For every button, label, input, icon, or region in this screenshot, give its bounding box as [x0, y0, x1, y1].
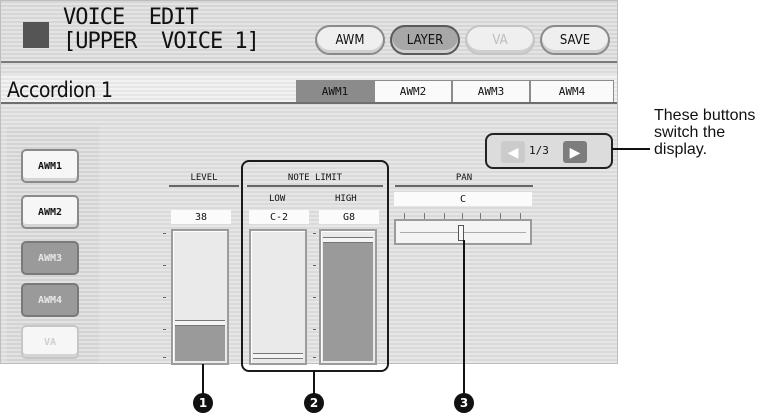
- pan-slider-handle[interactable]: [458, 225, 464, 241]
- voice-color-indicator: [23, 22, 49, 48]
- pan-tick: [500, 213, 501, 219]
- side-button-awm2[interactable]: AWM2: [21, 195, 79, 229]
- callout-leader-2: [313, 371, 315, 394]
- prev-page-button[interactable]: ◀: [501, 141, 525, 163]
- callout-2: 2: [304, 393, 324, 413]
- tab-awm4[interactable]: AWM4: [530, 80, 614, 102]
- va-button[interactable]: VA: [465, 25, 535, 55]
- tab-awm3[interactable]: AWM3: [452, 80, 530, 102]
- tab-awm1[interactable]: AWM1: [296, 80, 374, 102]
- note-limit-high-label: HIGH: [335, 194, 357, 204]
- awm-button[interactable]: AWM: [315, 25, 385, 55]
- callout-leader-1: [202, 364, 204, 394]
- note-limit-low-label: LOW: [269, 194, 286, 204]
- note-limit-low-handle[interactable]: [253, 353, 303, 359]
- note-limit-high-value: G8: [319, 210, 379, 224]
- callout-3: 3: [454, 393, 474, 413]
- tab-awm2[interactable]: AWM2: [374, 80, 452, 102]
- chevron-right-icon: ▶: [569, 143, 581, 160]
- pan-tick: [444, 213, 445, 219]
- header-bar: VOICE EDIT [UPPER VOICE 1] AWM LAYER VA …: [1, 1, 617, 63]
- level-slider[interactable]: [171, 229, 229, 365]
- side-button-awm3[interactable]: AWM3: [21, 241, 79, 275]
- level-header: LEVEL: [169, 171, 239, 187]
- side-button-awm4[interactable]: AWM4: [21, 283, 79, 317]
- level-slider-handle[interactable]: [175, 320, 225, 326]
- page-nav: ◀ 1/3 ▶: [485, 133, 613, 169]
- pan-tick: [480, 213, 481, 219]
- pan-tick: [424, 213, 425, 219]
- level-fill: [175, 324, 225, 361]
- annotation-text: These buttons switch the display.: [654, 107, 756, 158]
- save-button[interactable]: SAVE: [540, 25, 610, 55]
- next-page-button[interactable]: ▶: [563, 141, 587, 163]
- note-limit-low-slider[interactable]: [249, 229, 307, 365]
- pan-tick: [520, 213, 521, 219]
- note-limit-high-fill: [323, 237, 373, 361]
- page-indicator: 1/3: [529, 144, 549, 157]
- side-button-va[interactable]: VA: [21, 325, 79, 359]
- level-scale: [163, 233, 167, 359]
- pan-tick: [462, 213, 463, 219]
- voice-edit-screen: VOICE EDIT [UPPER VOICE 1] AWM LAYER VA …: [0, 0, 618, 372]
- title-line-2: [UPPER VOICE 1]: [63, 29, 260, 54]
- callout-leader-3: [463, 240, 465, 394]
- note-limit-scale: [313, 233, 317, 359]
- callout-1: 1: [193, 393, 213, 413]
- title-line-1: VOICE EDIT: [63, 5, 199, 30]
- pan-header: PAN: [395, 171, 533, 187]
- side-button-awm1[interactable]: AWM1: [21, 149, 79, 183]
- annotation-leader: [612, 148, 650, 150]
- voice-name: Accordion 1: [7, 78, 113, 102]
- pan-tick: [404, 213, 405, 219]
- note-limit-high-handle[interactable]: [323, 237, 373, 243]
- note-limit-high-slider[interactable]: [319, 229, 377, 365]
- pan-value: C: [394, 192, 532, 206]
- level-value: 38: [171, 210, 231, 224]
- page-title: VOICE EDIT [UPPER VOICE 1]: [63, 5, 260, 54]
- note-limit-header: NOTE LIMIT: [247, 171, 383, 187]
- layer-button[interactable]: LAYER: [390, 25, 460, 55]
- note-limit-low-value: C-2: [249, 210, 309, 224]
- chevron-left-icon: ◀: [507, 143, 519, 160]
